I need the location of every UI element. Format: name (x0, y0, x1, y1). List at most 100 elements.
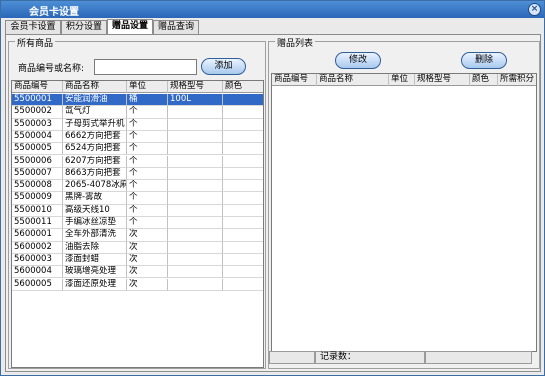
delete-button[interactable]: 删除 (461, 52, 507, 69)
table-row[interactable]: 5500009 黑牌-雾故个 (12, 192, 263, 205)
cell-spec (168, 229, 223, 242)
cell-name: 手编冰丝凉垫 (63, 217, 127, 230)
table-row[interactable]: 5600005 漆面还原处理次 (12, 278, 263, 291)
status-panel-left (269, 351, 315, 364)
modify-button[interactable]: 修改 (335, 52, 381, 69)
col-header-unit[interactable]: 单位 (127, 81, 168, 93)
cell-name: 漆面封蜡 (63, 253, 127, 267)
table-row[interactable]: 5500005 6524方向把套个 (12, 143, 263, 156)
cell-name: 氙气灯 (63, 106, 127, 119)
gift-col-header-color[interactable]: 颜色 (470, 74, 498, 86)
title-bar[interactable]: 会员卡设置 × (1, 1, 544, 18)
cell-spec (168, 180, 223, 193)
table-row[interactable]: 5600004 玻璃增亮处理次 (12, 266, 263, 279)
cell-spec (168, 241, 223, 254)
cell-name: 6662方向把套 (63, 130, 127, 144)
cell-code: 5600005 (12, 278, 63, 291)
cell-code: 5500003 (12, 118, 63, 131)
table-row[interactable]: 5500002 氙气灯个 (12, 106, 263, 119)
cell-code: 5500011 (12, 217, 63, 230)
table-row[interactable]: 5500011 手编冰丝凉垫个 (12, 217, 263, 230)
cell-name: 6524方向把套 (63, 143, 127, 156)
cell-spec (168, 167, 223, 181)
cell-code: 5500001 (12, 94, 63, 107)
all-products-title: 所有商品 (15, 36, 56, 49)
cell-unit: 个 (127, 192, 168, 205)
cell-color (223, 242, 263, 254)
cell-unit: 次 (127, 241, 168, 254)
cell-name: 6207方向把套 (63, 155, 127, 168)
cell-unit: 桶 (127, 94, 168, 107)
cell-unit: 次 (127, 278, 168, 291)
cell-code: 5500007 (12, 167, 63, 181)
cell-spec (168, 253, 223, 267)
table-row[interactable]: 5600001 全车外部清洗次 (12, 229, 263, 242)
table-row[interactable]: 5500007 8663方向把套个 (12, 167, 263, 181)
tab-points-settings[interactable]: 积分设置 (61, 20, 107, 34)
gift-table[interactable]: 商品编号 商品名称 单位 规格型号 颜色 所需积分 (271, 73, 537, 352)
tab-gift-settings[interactable]: 赠品设置 (107, 19, 153, 34)
cell-spec (168, 118, 223, 131)
cell-code: 5500002 (12, 106, 63, 119)
cell-name: 漆面还原处理 (63, 278, 127, 291)
cell-code: 5500009 (12, 192, 63, 205)
table-row[interactable]: 5500010 高级天线10 个 (12, 204, 263, 217)
cell-name: 黑牌-雾故 (63, 192, 127, 205)
table-row[interactable]: 5500006 6207方向把套个 (12, 155, 263, 168)
cell-color (223, 192, 263, 205)
cell-name: 高级天线10 (63, 204, 127, 217)
cell-color (223, 131, 263, 144)
all-products-group: 所有商品 商品编号或名称: 添加 商品编号 商品名称 单位 规格型号 颜色 55… (8, 36, 266, 369)
col-header-name[interactable]: 商品名称 (63, 81, 127, 93)
cell-color (223, 205, 263, 217)
cell-color (223, 279, 263, 291)
cell-name: 油脂去除 (63, 241, 127, 254)
cell-unit: 个 (127, 118, 168, 131)
cell-unit: 个 (127, 180, 168, 193)
cell-spec (168, 155, 223, 168)
cell-color (223, 168, 263, 181)
tab-member-card-settings[interactable]: 会员卡设置 (5, 20, 61, 34)
col-header-spec[interactable]: 规格型号 (168, 81, 223, 93)
cell-code: 5500004 (12, 130, 63, 144)
table-row[interactable]: 5600002 油脂去除次 (12, 241, 263, 254)
table-row[interactable]: 5500001 安能润滑油桶 100L (12, 94, 263, 107)
cell-code: 5600002 (12, 241, 63, 254)
gift-col-header-name[interactable]: 商品名称 (317, 74, 389, 86)
cell-color (223, 143, 263, 156)
gift-col-header-code[interactable]: 商品编号 (272, 74, 317, 86)
col-header-code[interactable]: 商品编号 (12, 81, 63, 93)
cell-code: 5600003 (12, 253, 63, 267)
cell-unit: 个 (127, 204, 168, 217)
cell-name: 2065-4078冰麻垫 (63, 180, 127, 193)
table-row[interactable]: 5500004 6662方向把套个 (12, 130, 263, 144)
cell-unit: 个 (127, 217, 168, 230)
cell-unit: 次 (127, 266, 168, 279)
gift-table-header: 商品编号 商品名称 单位 规格型号 颜色 所需积分 (272, 74, 536, 86)
gift-list-title: 赠品列表 (275, 36, 316, 49)
products-table-header: 商品编号 商品名称 单位 规格型号 颜色 (12, 81, 263, 93)
col-header-color[interactable]: 颜色 (223, 81, 263, 93)
gift-list-group: 赠品列表 修改 删除 商品编号 商品名称 单位 规格型号 颜色 所需积分 (268, 36, 540, 369)
gift-col-header-points[interactable]: 所需积分 (498, 74, 536, 86)
cell-color (223, 180, 263, 193)
close-icon[interactable]: × (528, 3, 541, 16)
table-row[interactable]: 55000082065-4078冰麻垫个 (12, 180, 263, 193)
status-panel-right (425, 351, 532, 364)
cell-name: 子母剪式举升机 (63, 118, 127, 131)
cell-code: 5500010 (12, 204, 63, 217)
products-table[interactable]: 商品编号 商品名称 单位 规格型号 颜色 5500001 安能润滑油桶 100L 55… (11, 80, 264, 368)
cell-unit: 个 (127, 130, 168, 144)
cell-color (223, 156, 263, 168)
table-row[interactable]: 5500003 子母剪式举升机个 (12, 118, 263, 131)
tab-gift-query[interactable]: 赠品查询 (153, 20, 199, 34)
gift-col-header-spec[interactable]: 规格型号 (415, 74, 470, 86)
cell-spec: 100L (168, 94, 223, 107)
gift-col-header-unit[interactable]: 单位 (389, 74, 415, 86)
search-input[interactable] (94, 59, 197, 75)
table-row[interactable]: 5600003 漆面封蜡次 (12, 253, 263, 267)
cell-code: 5500005 (12, 143, 63, 156)
add-button[interactable]: 添加 (201, 58, 246, 75)
cell-name: 全车外部清洗 (63, 229, 127, 242)
cell-color (223, 119, 263, 131)
